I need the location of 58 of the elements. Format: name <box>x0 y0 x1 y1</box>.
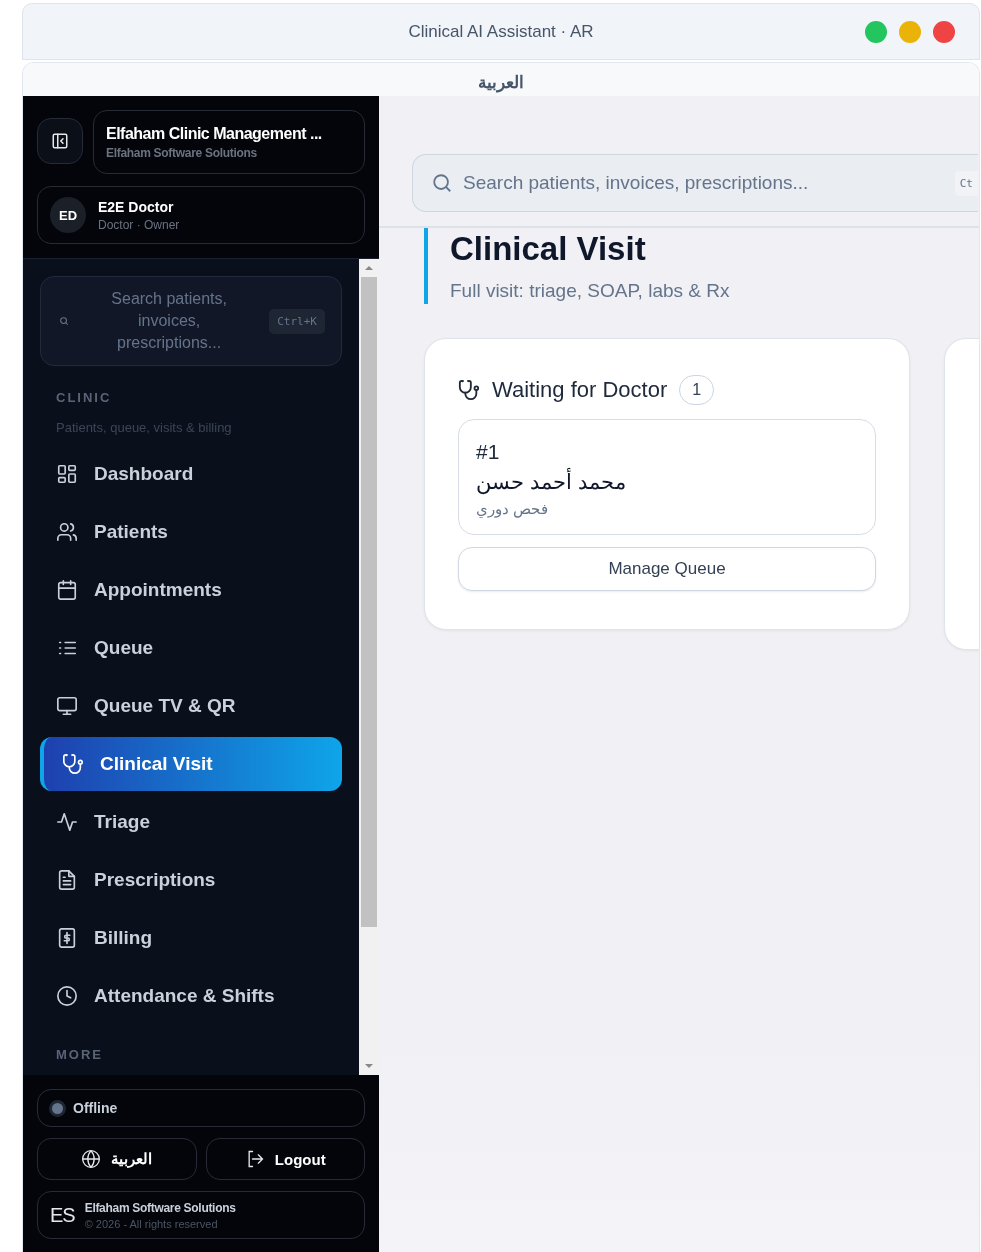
logout-button[interactable]: Logout <box>205 1138 365 1180</box>
patient-name: محمد أحمد حسن <box>476 470 627 494</box>
user-avatar: ED <box>50 197 86 233</box>
window-title: Clinical AI Assistant · AR <box>408 21 594 42</box>
shortcut-hint: Ct <box>954 170 978 196</box>
visit-reason: فحص دوري <box>476 500 550 518</box>
nav-item[interactable]: Billing <box>40 911 342 965</box>
nav-item[interactable]: Patients <box>40 505 342 559</box>
search-icon <box>59 316 69 326</box>
scrollbar[interactable] <box>359 259 379 1075</box>
stethoscope-icon <box>458 379 480 401</box>
dollar-icon <box>56 927 78 949</box>
monitor-icon <box>56 695 78 717</box>
calendar-icon <box>56 579 78 601</box>
minimize-button[interactable] <box>899 21 921 43</box>
user-role: Doctor · Owner <box>98 217 180 232</box>
company-logo: ES <box>50 1203 75 1227</box>
shortcut-hint: Ctrl+K <box>269 308 325 334</box>
document-icon <box>56 869 78 891</box>
language-button[interactable]: العربية <box>37 1138 197 1180</box>
tab-label: العربية <box>478 72 524 95</box>
search-field[interactable]: Search patients, invoices, prescriptions... Ctrl+K <box>40 276 342 366</box>
pulse-icon <box>56 811 78 833</box>
close-button[interactable] <box>933 21 955 43</box>
nav-item[interactable]: Queue TV & QR <box>40 679 342 733</box>
section-title: CLINIC <box>56 390 113 405</box>
nav-item[interactable]: Triage <box>40 795 342 849</box>
sidebar-toggle-button[interactable] <box>37 118 83 164</box>
search-icon <box>431 172 453 194</box>
card-title: Waiting for Doctor <box>492 377 668 403</box>
grid-icon <box>56 463 78 485</box>
queue-number: #1 <box>476 440 501 464</box>
brand-title: Elfaham Clinic Management ... <box>106 124 323 143</box>
company-name: Elfaham Software Solutions <box>84 1200 236 1215</box>
search-placeholder: Search patients, invoices, prescriptions... <box>110 289 228 353</box>
section-subtitle: Patients, queue, visits & billing <box>56 420 233 435</box>
page-subtitle: Full visit: triage, SOAP, labs & Rx <box>450 280 731 302</box>
people-icon <box>56 521 78 543</box>
globe-icon <box>81 1149 102 1169</box>
section-title: MORE <box>56 1047 104 1062</box>
status-label: Offline <box>73 1100 118 1116</box>
maximize-button[interactable] <box>865 21 887 43</box>
search-placeholder: Search patients, invoices, prescriptions... <box>463 172 810 194</box>
sidebar-collapse-icon <box>51 132 69 150</box>
page-title: Clinical Visit <box>450 230 647 268</box>
clock-icon <box>56 985 78 1007</box>
copyright-text: © 2026 - All rights reserved <box>84 1217 219 1230</box>
nav-item[interactable]: Queue <box>40 621 342 675</box>
stethoscope-icon <box>62 753 84 775</box>
nav-item[interactable]: Attendance & Shifts <box>40 969 342 1023</box>
nav-item[interactable]: Dashboard <box>40 447 342 501</box>
manage-queue-button[interactable]: Manage Queue <box>458 547 876 591</box>
nav-item[interactable]: Appointments <box>40 563 342 617</box>
brand-subtitle: Elfaham Software Solutions <box>106 145 258 160</box>
user-name: E2E Doctor <box>98 198 175 215</box>
nav-item[interactable]: Clinical Visit <box>40 737 342 791</box>
nav-item[interactable]: Prescriptions <box>40 853 342 907</box>
search-field[interactable]: Search patients, invoices, prescriptions... Ct <box>412 154 978 212</box>
